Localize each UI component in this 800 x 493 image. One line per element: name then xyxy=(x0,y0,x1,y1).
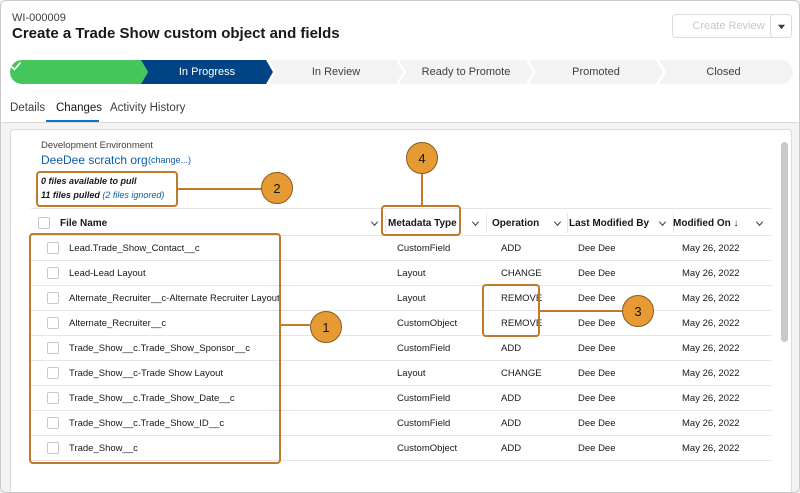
tab-details[interactable]: Details xyxy=(10,102,45,114)
operation-cell: ADD xyxy=(501,443,522,454)
metadata-type-cell: CustomField xyxy=(397,393,451,404)
operation-cell: ADD xyxy=(501,343,522,354)
tab-activity-history[interactable]: Activity History xyxy=(110,102,185,114)
modified-by-cell: Dee Dee xyxy=(578,268,616,279)
scrollbar-thumb[interactable] xyxy=(781,142,788,342)
column-operation[interactable]: Operation xyxy=(492,209,539,237)
modified-on-cell: May 26, 2022 xyxy=(682,393,740,404)
modified-on-cell: May 26, 2022 xyxy=(682,318,740,329)
modified-by-cell: Dee Dee xyxy=(578,368,616,379)
modified-by-cell: Dee Dee xyxy=(578,293,616,304)
callout-badge-1: 1 xyxy=(310,311,342,343)
callout-connector xyxy=(421,173,423,205)
modified-on-cell: May 26, 2022 xyxy=(682,418,740,429)
stage-label-in-review: In Review xyxy=(311,66,361,78)
modified-on-cell: May 26, 2022 xyxy=(682,343,740,354)
check-icon xyxy=(10,61,22,71)
callout-connector xyxy=(540,310,623,312)
modified-by-cell: Dee Dee xyxy=(578,393,616,404)
metadata-type-cell: CustomObject xyxy=(397,318,458,329)
page-title: Create a Trade Show custom object and fi… xyxy=(12,25,340,42)
operation-cell: ADD xyxy=(501,243,522,254)
chevron-down-icon[interactable] xyxy=(658,219,667,228)
work-item-window: WI-000009 Create a Trade Show custom obj… xyxy=(0,0,800,493)
operation-cell: CHANGE xyxy=(501,268,542,279)
stage-label-ready-to-promote: Ready to Promote xyxy=(421,66,511,78)
callout-connector xyxy=(281,324,310,326)
stage-path: In Progress In Review Ready to Promote P… xyxy=(10,60,793,84)
metadata-type-cell: Layout xyxy=(397,293,426,304)
stage-complete[interactable] xyxy=(10,60,148,84)
caret-down-icon xyxy=(777,24,785,29)
modified-by-cell: Dee Dee xyxy=(578,443,616,454)
operation-cell: ADD xyxy=(501,393,522,404)
modified-by-cell: Dee Dee xyxy=(578,343,616,354)
tab-changes[interactable]: Changes xyxy=(56,102,102,114)
callout-box-metadata-type xyxy=(381,205,461,236)
work-item-id: WI-000009 xyxy=(12,12,66,24)
chevron-down-icon[interactable] xyxy=(755,219,764,228)
callout-connector xyxy=(178,188,262,190)
modified-by-cell: Dee Dee xyxy=(578,318,616,329)
stage-label-closed: Closed xyxy=(706,66,741,78)
environment-label: Development Environment xyxy=(41,140,153,151)
vertical-scrollbar[interactable] xyxy=(781,142,788,477)
metadata-type-cell: Layout xyxy=(397,368,426,379)
stage-label-in-progress: In Progress xyxy=(178,66,236,78)
column-last-modified-by[interactable]: Last Modified By xyxy=(569,209,649,237)
chevron-down-icon[interactable] xyxy=(471,219,480,228)
actions-menu-button[interactable] xyxy=(770,14,792,38)
chevron-down-icon[interactable] xyxy=(553,219,562,228)
tab-bar: Details Changes Activity History xyxy=(1,97,799,123)
modified-by-cell: Dee Dee xyxy=(578,243,616,254)
callout-box-file-list xyxy=(29,233,281,464)
metadata-type-cell: CustomField xyxy=(397,243,451,254)
select-all-checkbox[interactable] xyxy=(38,217,50,229)
create-review-button[interactable]: Create Review xyxy=(672,14,785,38)
modified-on-cell: May 26, 2022 xyxy=(682,243,740,254)
callout-badge-2: 2 xyxy=(261,172,293,204)
modified-on-cell: May 26, 2022 xyxy=(682,268,740,279)
chevron-down-icon[interactable] xyxy=(370,219,379,228)
callout-box-files-pulled xyxy=(36,171,178,207)
column-modified-on[interactable]: Modified On ↓ xyxy=(673,209,739,237)
callout-badge-4: 4 xyxy=(406,142,438,174)
metadata-type-cell: Layout xyxy=(397,268,426,279)
modified-on-cell: May 26, 2022 xyxy=(682,293,740,304)
callout-badge-3: 3 xyxy=(622,295,654,327)
callout-box-remove-operations xyxy=(482,284,540,337)
metadata-type-cell: CustomField xyxy=(397,418,451,429)
modified-on-cell: May 26, 2022 xyxy=(682,443,740,454)
metadata-type-cell: CustomObject xyxy=(397,443,458,454)
metadata-type-cell: CustomField xyxy=(397,343,451,354)
change-org-link[interactable]: (change...) xyxy=(148,155,191,165)
org-name-link[interactable]: DeeDee scratch org xyxy=(41,153,148,167)
modified-on-cell: May 26, 2022 xyxy=(682,368,740,379)
active-tab-indicator xyxy=(46,120,99,122)
operation-cell: CHANGE xyxy=(501,368,542,379)
operation-cell: ADD xyxy=(501,418,522,429)
modified-by-cell: Dee Dee xyxy=(578,418,616,429)
stage-label-promoted: Promoted xyxy=(572,66,620,78)
